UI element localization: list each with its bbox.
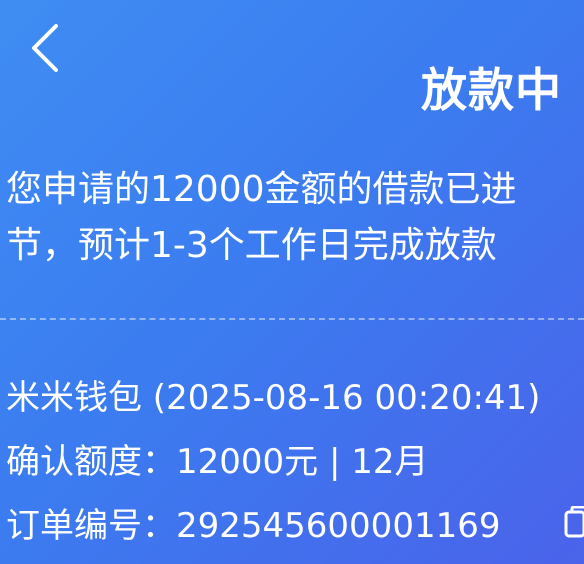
confirmed-amount: 确认额度：12000元 | 12月 (6, 442, 429, 482)
status-message-line-1: 您申请的12000金额的借款已进 (6, 169, 517, 210)
status-message: 您申请的12000金额的借款已进 节，预计1-3个工作日完成放款 (6, 162, 584, 274)
page-title: 放款中 (421, 63, 562, 117)
order-number: 订单编号：292545600001169 (6, 506, 501, 546)
wallet-timestamp: 米米钱包 (2025-08-16 00:20:41) (6, 378, 541, 418)
status-message-line-2: 节，预计1-3个工作日完成放款 (6, 225, 497, 266)
back-chevron-icon[interactable] (28, 22, 62, 74)
dashed-divider (0, 318, 584, 320)
order-info: 米米钱包 (2025-08-16 00:20:41) 确认额度：12000元 |… (6, 366, 540, 558)
copy-icon[interactable] (562, 506, 584, 542)
